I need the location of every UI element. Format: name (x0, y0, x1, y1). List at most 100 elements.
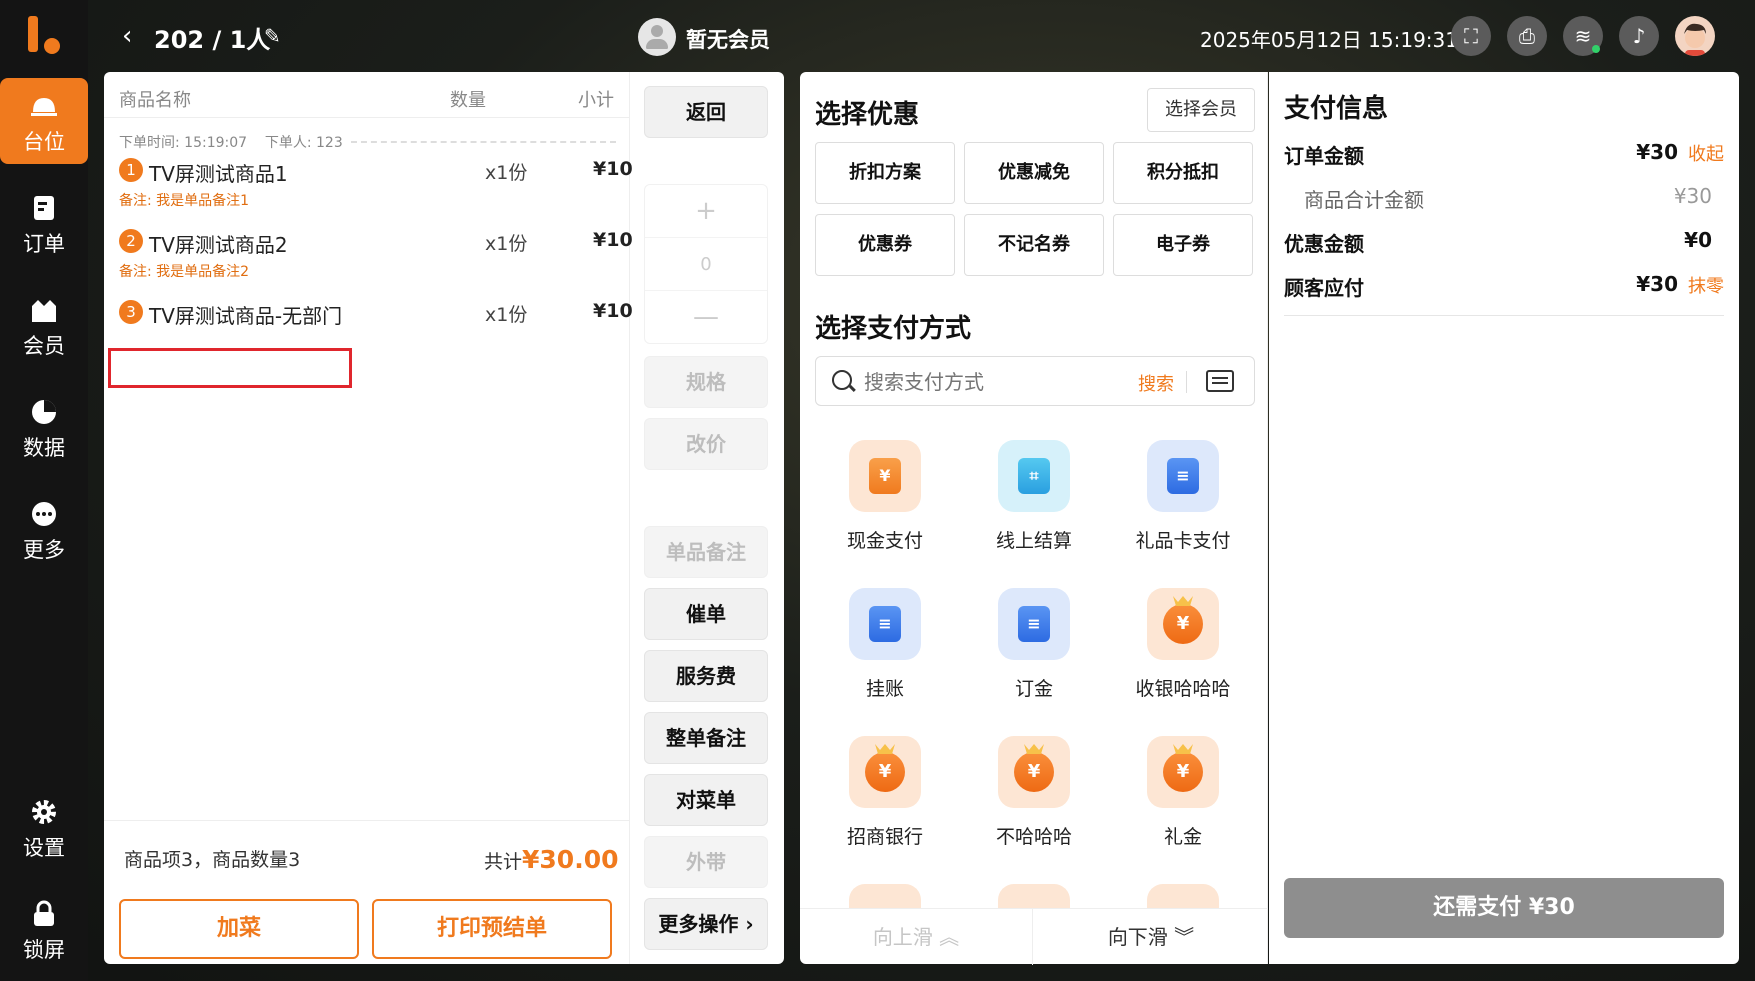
chart-icon (30, 398, 58, 426)
check-dish-button[interactable]: 对菜单 (644, 774, 768, 826)
discount-option[interactable]: 优惠券 (815, 214, 955, 276)
member-avatar-icon[interactable] (638, 18, 676, 56)
gear-icon (30, 798, 58, 826)
payment-method-cash[interactable]: ¥ 现金支付 (815, 440, 955, 553)
icon-glyph: ¥ (1014, 752, 1054, 792)
money-bag-icon (998, 884, 1070, 908)
order-note-button[interactable]: 整单备注 (644, 712, 768, 764)
reprice-button[interactable]: 改价 (644, 418, 768, 470)
sidebar: 台位 订单 会员 数据 更多 设置 锁屏 (0, 0, 88, 981)
cash-icon: ¥ (849, 440, 921, 512)
discount-option[interactable]: 不记名券 (964, 214, 1104, 276)
search-icon (832, 370, 852, 390)
more-operations-button[interactable]: 更多操作 › (644, 898, 768, 950)
sidebar-item-member[interactable]: 会员 (0, 282, 88, 368)
payment-search-box: 搜索 (815, 356, 1255, 406)
total-label: 共计 (484, 851, 523, 873)
icon-glyph: ≡ (1018, 606, 1050, 642)
order-list: 商品名称 数量 小计 下单时间: 15:19:07 下单人: 123 1 TV屏… (104, 72, 633, 964)
payment-method-deposit[interactable]: ≡ 订金 (964, 588, 1104, 701)
sidebar-item-label: 会员 (23, 334, 65, 358)
icon-glyph: ≡ (869, 606, 901, 642)
edit-icon[interactable]: ✎ (264, 24, 281, 48)
stepper-minus-button[interactable]: — (645, 291, 767, 344)
sidebar-item-label: 数据 (23, 436, 65, 460)
printer-icon[interactable]: ⎙ (1507, 16, 1547, 56)
payment-method-cmb[interactable]: ¥ 招商银行 (815, 736, 955, 849)
payable-value: ¥30 (1636, 272, 1678, 296)
print-pre-bill-button[interactable]: 打印预结单 (372, 899, 612, 959)
pay-remaining-button[interactable]: 还需支付 ¥30 (1284, 878, 1724, 938)
payment-method-credit[interactable]: ≡ 挂账 (815, 588, 955, 701)
discount-title: 选择优惠 (815, 100, 920, 130)
rush-order-button[interactable]: 催单 (644, 588, 768, 640)
add-dish-button[interactable]: 加菜 (119, 899, 359, 959)
chevron-left-icon[interactable]: ‹ (122, 23, 142, 49)
goods-total-value: ¥30 (1673, 184, 1712, 208)
payment-method-gift-card[interactable]: ≡ 礼品卡支付 (1113, 440, 1253, 553)
lock-icon (30, 900, 58, 928)
stepper-plus-button[interactable]: + (645, 185, 767, 238)
item-note-button[interactable]: 单品备注 (644, 526, 768, 578)
sidebar-item-table[interactable]: 台位 (0, 78, 88, 164)
sidebar-item-label: 台位 (23, 130, 65, 154)
scroll-down-button[interactable]: 向下滑 ︾ (1034, 909, 1268, 965)
sidebar-item-settings[interactable]: 设置 (0, 784, 88, 870)
summary-count: 商品项3，商品数量3 (124, 849, 301, 871)
service-fee-button[interactable]: 服务费 (644, 650, 768, 702)
double-chevron-down-icon: ︾ (1174, 925, 1195, 949)
sidebar-item-lock[interactable]: 锁屏 (0, 886, 88, 972)
scan-icon[interactable]: ⛶ (1451, 16, 1491, 56)
icon-glyph: ¥ (1163, 752, 1203, 792)
wifi-icon[interactable]: ≋ (1563, 16, 1603, 56)
payment-method-title: 选择支付方式 (815, 314, 972, 344)
discount-option[interactable]: 积分抵扣 (1113, 142, 1253, 204)
payment-search-input[interactable] (864, 370, 1104, 394)
spec-button[interactable]: 规格 (644, 356, 768, 408)
wifi-status-dot (1592, 45, 1600, 53)
payment-method-custom-2[interactable]: ¥ 不哈哈哈 (964, 736, 1104, 849)
payment-method-online[interactable]: ⌗ 线上结算 (964, 440, 1104, 553)
item-price: ¥10 (593, 158, 633, 180)
item-index: 2 (119, 229, 143, 253)
discount-option[interactable]: 折扣方案 (815, 142, 955, 204)
sidebar-item-more[interactable]: 更多 (0, 486, 88, 572)
discount-option[interactable]: 优惠减免 (964, 142, 1104, 204)
select-member-button[interactable]: 选择会员 (1147, 88, 1255, 132)
summary-total: 共计¥30.00 (484, 845, 619, 874)
item-price: ¥10 (593, 229, 633, 251)
keyboard-icon[interactable] (1206, 370, 1234, 392)
quantity-stepper[interactable]: + 0 — (644, 184, 768, 344)
order-amount-label: 订单金额 (1284, 144, 1364, 168)
payment-method-label: 收银哈哈哈 (1135, 678, 1231, 700)
takeout-button[interactable]: 外带 (644, 836, 768, 888)
bell-icon[interactable]: ♪ (1619, 16, 1659, 56)
payment-method-label: 现金支付 (846, 530, 923, 552)
collapse-link[interactable]: 收起 (1688, 140, 1724, 166)
back-button[interactable]: 返回 (644, 86, 768, 138)
sidebar-item-order[interactable]: 订单 (0, 180, 88, 266)
divider (351, 141, 616, 143)
scroll-controls: 向上滑 ︽ 向下滑 ︾ (800, 908, 1268, 965)
payment-method-gift-money[interactable]: ¥ 礼金 (1113, 736, 1253, 849)
payment-method-label: 礼品卡支付 (1135, 530, 1231, 552)
member-status[interactable]: 暂无会员 (686, 24, 770, 54)
user-avatar[interactable] (1675, 16, 1715, 56)
item-name: TV屏测试商品-无部门 (149, 304, 343, 328)
item-name: TV屏测试商品2 (149, 233, 288, 257)
payment-method-custom-1[interactable]: ¥ 收银哈哈哈 (1113, 588, 1253, 701)
scroll-up-button[interactable]: 向上滑 ︽ (800, 909, 1033, 965)
sidebar-item-label: 更多 (23, 538, 65, 562)
credit-icon: ≡ (849, 588, 921, 660)
icon-glyph: ¥ (1163, 604, 1203, 644)
item-qty: x1份 (485, 162, 528, 184)
discount-option[interactable]: 电子券 (1113, 214, 1253, 276)
money-bag-icon (849, 884, 921, 908)
search-button[interactable]: 搜索 (1138, 370, 1174, 396)
money-bag-icon (1147, 884, 1219, 908)
item-note: 备注: 我是单品备注2 (119, 264, 250, 280)
round-off-link[interactable]: 抹零 (1688, 272, 1724, 298)
sidebar-item-data[interactable]: 数据 (0, 384, 88, 470)
more-icon (30, 500, 58, 528)
discount-amount-value: ¥0 (1684, 228, 1712, 252)
